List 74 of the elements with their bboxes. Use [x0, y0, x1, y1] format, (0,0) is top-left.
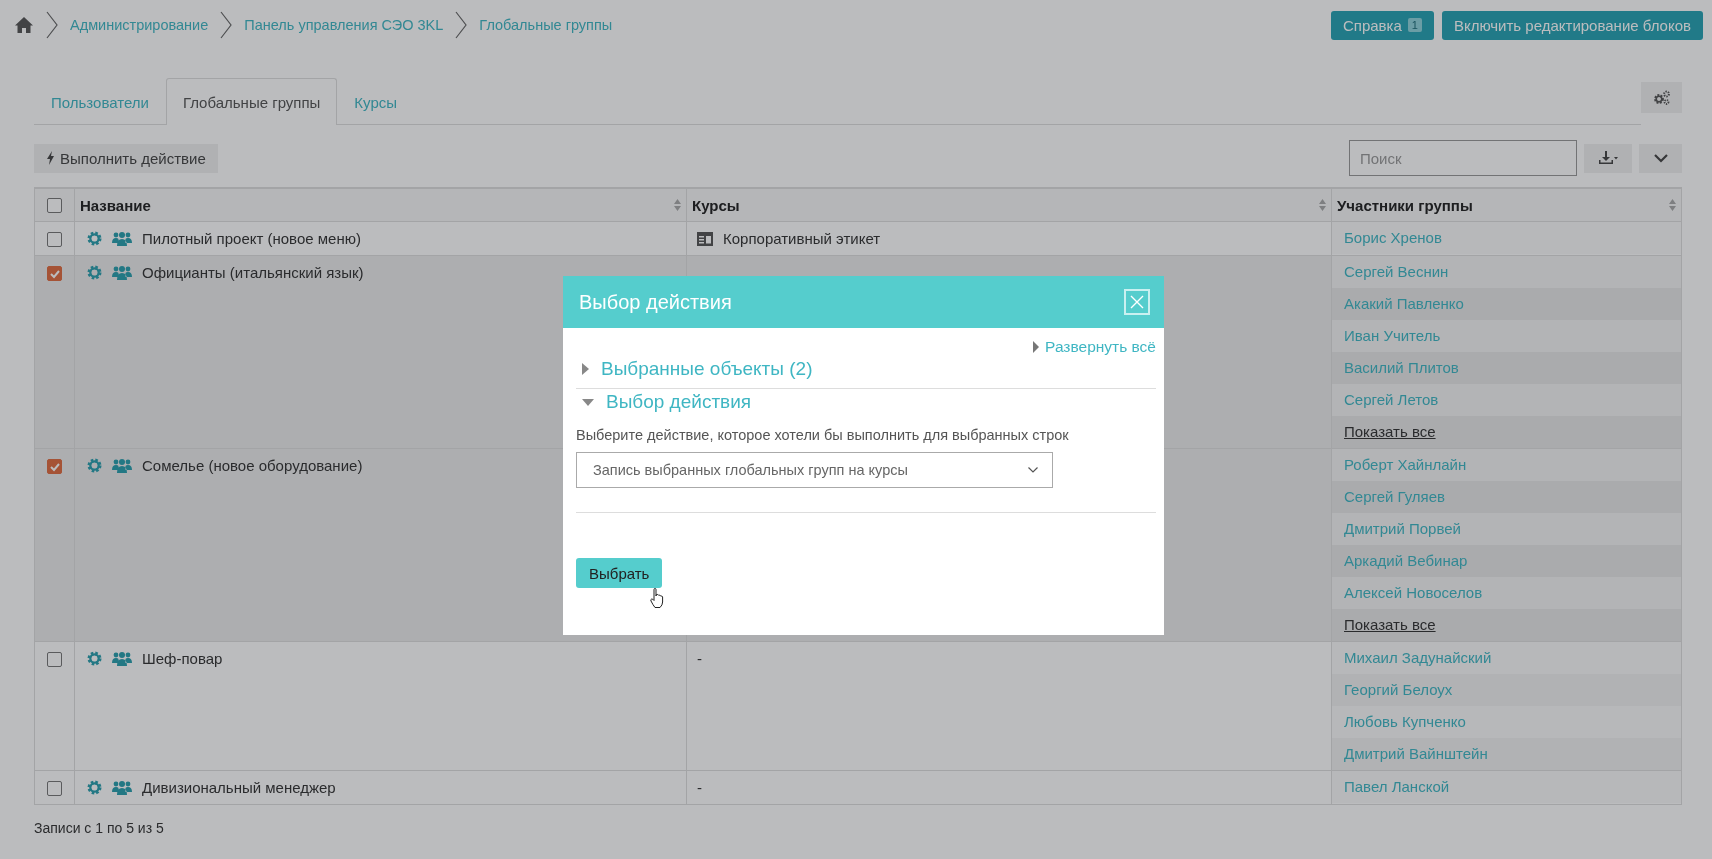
section-toggle[interactable]: Выбранные объекты (2)	[576, 358, 1156, 380]
caret-right-icon	[1033, 341, 1040, 353]
breadcrumb-link[interactable]: Глобальные группы	[479, 17, 613, 33]
chevron-right-icon	[220, 11, 233, 39]
action-select[interactable]: Запись выбранных глобальных групп на курсы	[576, 452, 1053, 488]
column-header[interactable]: Название	[74, 189, 686, 221]
chevron-down-icon	[1028, 467, 1038, 473]
chevron-right-icon	[455, 11, 468, 39]
course-name: Корпоративный этикет	[723, 229, 881, 249]
header-button[interactable]: Включить редактирование блоков	[1441, 10, 1703, 40]
home-icon	[14, 16, 34, 34]
gear-icon	[87, 458, 102, 473]
sort-icon	[674, 199, 681, 211]
collapse-button[interactable]	[1639, 143, 1682, 173]
checkbox[interactable]	[47, 459, 62, 474]
show-all-link[interactable]: Показать все	[1344, 609, 1436, 641]
count-badge: 1	[1407, 18, 1422, 32]
tab[interactable]: Глобальные группы	[165, 78, 338, 125]
close-button[interactable]	[1124, 289, 1150, 315]
users-icon	[112, 458, 132, 473]
submit-button[interactable]: Выбрать	[576, 558, 663, 588]
users-icon	[112, 265, 132, 280]
breadcrumb-link[interactable]: Администрирование	[70, 17, 209, 33]
empty-value: -	[697, 778, 703, 798]
checkbox[interactable]	[47, 652, 62, 667]
group-name: Дивизиональный менеджер	[142, 778, 336, 798]
settings-button[interactable]	[1641, 82, 1682, 113]
member-link[interactable]: Сергей Гуляев	[1344, 481, 1446, 513]
group-name: Сомелье (новое оборудование)	[142, 456, 363, 476]
download-icon	[1598, 151, 1618, 165]
checkbox[interactable]	[47, 232, 62, 247]
member-link[interactable]: Аркадий Вебинар	[1344, 545, 1468, 577]
chevron-right-icon	[46, 11, 58, 39]
records-count: Записи с 1 по 5 из 5	[34, 820, 164, 836]
action-description: Выберите действие, которое хотели бы выполнить для выбранных строк	[576, 427, 1070, 443]
header-button[interactable]: Справка 1	[1330, 10, 1434, 40]
close-icon	[1130, 295, 1144, 309]
bolt-icon	[46, 151, 55, 165]
sort-icon	[1669, 199, 1676, 211]
users-icon	[112, 231, 132, 246]
modal-title: Выбор действия	[579, 290, 732, 314]
download-button[interactable]	[1584, 143, 1632, 173]
section-toggle[interactable]: Выбор действия	[576, 391, 1156, 413]
gear-icon	[87, 651, 102, 666]
checkbox[interactable]	[47, 266, 62, 281]
check-icon	[49, 461, 60, 472]
hand-cursor-icon	[650, 588, 665, 608]
gear-icon	[87, 231, 102, 246]
users-icon	[112, 651, 132, 666]
course-icon	[697, 231, 713, 246]
group-name: Официанты (итальянский язык)	[142, 263, 364, 283]
column-header[interactable]: Участники группы	[1331, 189, 1681, 221]
gear-icon	[87, 780, 102, 795]
group-name: Шеф-повар	[142, 649, 223, 669]
breadcrumb-link[interactable]: Панель управления СЭО 3KL	[244, 17, 444, 33]
tab[interactable]: Курсы	[337, 79, 415, 125]
sort-icon	[1319, 199, 1326, 211]
users-icon	[112, 780, 132, 795]
empty-value: -	[697, 649, 703, 669]
check-icon	[49, 268, 60, 279]
member-link[interactable]: Акакий Павленко	[1344, 288, 1464, 320]
search-field[interactable]: Поиск	[1349, 140, 1577, 176]
chevron-down-icon	[1653, 153, 1668, 163]
checkbox[interactable]	[47, 781, 62, 796]
gears-icon	[1652, 89, 1671, 106]
column-header[interactable]: Курсы	[686, 189, 1331, 221]
checkbox[interactable]	[47, 197, 62, 213]
tab[interactable]: Пользователи	[34, 79, 166, 125]
gear-icon	[87, 265, 102, 280]
member-link[interactable]: Василий Плитов	[1344, 352, 1459, 384]
group-name: Пилотный проект (новое меню)	[142, 229, 361, 249]
action-button[interactable]: Выполнить действие	[34, 143, 218, 173]
show-all-link[interactable]: Показать все	[1344, 416, 1436, 448]
expand-all-link[interactable]: Развернуть всё	[1033, 338, 1156, 356]
